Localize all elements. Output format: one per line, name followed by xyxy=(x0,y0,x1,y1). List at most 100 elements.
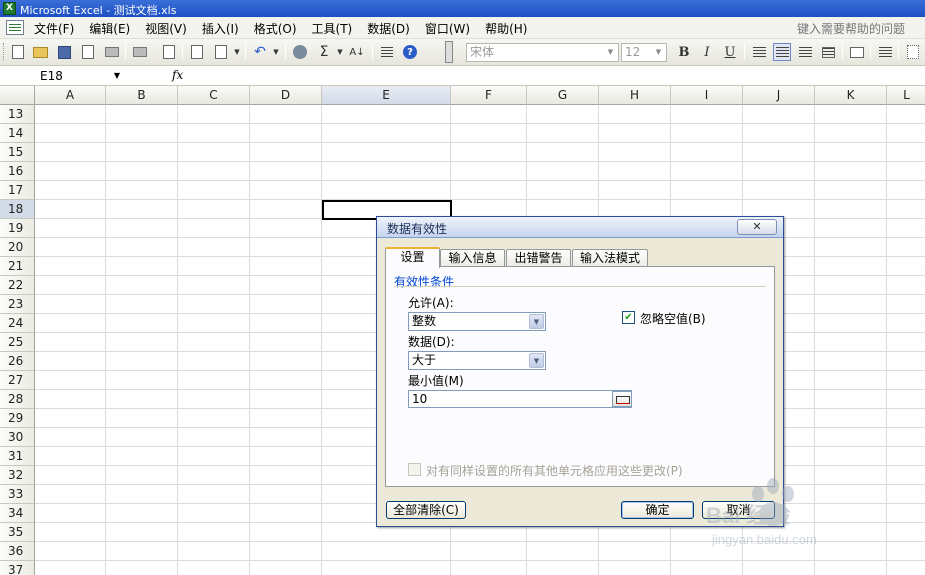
menu-help[interactable]: 帮助(H) xyxy=(485,20,527,37)
column-header-b[interactable]: B xyxy=(106,86,178,105)
column-header-j[interactable]: J xyxy=(743,86,815,105)
font-size-combo[interactable]: 12 ▼ xyxy=(621,43,667,62)
chart-wizard-icon[interactable] xyxy=(378,43,396,61)
undo-icon[interactable]: ↶ xyxy=(251,43,269,61)
undo-dropdown-icon[interactable]: ▼ xyxy=(272,43,280,61)
row-header-35[interactable]: 35 xyxy=(0,523,35,542)
column-header-a[interactable]: A xyxy=(35,86,106,105)
tab-error-alert[interactable]: 出错警告 xyxy=(506,249,571,267)
chevron-down-icon[interactable]: ▼ xyxy=(114,67,120,85)
underline-button[interactable]: U xyxy=(721,43,739,61)
row-header-20[interactable]: 20 xyxy=(0,238,35,257)
permission-icon[interactable] xyxy=(79,43,97,61)
row-header-25[interactable]: 25 xyxy=(0,333,35,352)
toolbar-grip[interactable] xyxy=(3,43,6,61)
chevron-down-icon[interactable]: ▼ xyxy=(529,314,544,329)
column-header-l[interactable]: L xyxy=(887,86,925,105)
indent-icon[interactable] xyxy=(876,43,894,61)
workbook-icon[interactable] xyxy=(6,20,24,35)
row-header-14[interactable]: 14 xyxy=(0,124,35,143)
collapse-dialog-icon[interactable] xyxy=(612,391,632,407)
apply-to-all-checkbox[interactable] xyxy=(408,463,421,476)
new-icon[interactable] xyxy=(9,43,27,61)
toolbar-grip[interactable] xyxy=(445,41,453,63)
column-header-i[interactable]: I xyxy=(671,86,743,105)
row-header-16[interactable]: 16 xyxy=(0,162,35,181)
column-header-f[interactable]: F xyxy=(451,86,527,105)
row-header-30[interactable]: 30 xyxy=(0,428,35,447)
tab-ime-mode[interactable]: 输入法模式 xyxy=(572,249,648,267)
row-header-37[interactable]: 37 xyxy=(0,561,35,575)
row-header-26[interactable]: 26 xyxy=(0,352,35,371)
ok-button[interactable]: 确定 xyxy=(621,501,694,519)
paste-icon[interactable] xyxy=(212,43,230,61)
row-header-34[interactable]: 34 xyxy=(0,504,35,523)
name-box[interactable]: E18 ▼ xyxy=(2,67,126,85)
chevron-down-icon[interactable]: ▼ xyxy=(529,353,544,368)
menu-view[interactable]: 视图(V) xyxy=(145,20,187,37)
help-search-input[interactable]: 键入需要帮助的问题 xyxy=(797,20,905,37)
row-header-31[interactable]: 31 xyxy=(0,447,35,466)
sort-ascending-icon[interactable]: A↓ xyxy=(348,43,366,61)
column-header-g[interactable]: G xyxy=(527,86,599,105)
row-header-36[interactable]: 36 xyxy=(0,542,35,561)
row-header-13[interactable]: 13 xyxy=(0,105,35,124)
tab-settings[interactable]: 设置 xyxy=(385,247,440,268)
menu-data[interactable]: 数据(D) xyxy=(367,20,410,37)
copy-icon[interactable] xyxy=(188,43,206,61)
italic-button[interactable]: I xyxy=(698,43,716,61)
insert-function-icon[interactable]: fx xyxy=(172,68,183,82)
data-operator-select[interactable]: 大于 ▼ xyxy=(408,351,546,370)
select-all-corner[interactable] xyxy=(0,86,35,105)
menu-window[interactable]: 窗口(W) xyxy=(425,20,470,37)
print-icon[interactable] xyxy=(103,43,121,61)
help-icon[interactable]: ? xyxy=(401,43,419,61)
row-header-24[interactable]: 24 xyxy=(0,314,35,333)
menu-file[interactable]: 文件(F) xyxy=(34,20,74,37)
row-header-28[interactable]: 28 xyxy=(0,390,35,409)
menu-insert[interactable]: 插入(I) xyxy=(202,20,239,37)
row-header-22[interactable]: 22 xyxy=(0,276,35,295)
align-left-icon[interactable] xyxy=(750,43,768,61)
column-header-d[interactable]: D xyxy=(250,86,322,105)
clear-all-button[interactable]: 全部清除(C) xyxy=(386,501,466,519)
menu-format[interactable]: 格式(O) xyxy=(254,20,297,37)
column-header-e[interactable]: E xyxy=(322,86,451,105)
borders-icon[interactable] xyxy=(904,43,922,61)
row-header-23[interactable]: 23 xyxy=(0,295,35,314)
autosum-dropdown-icon[interactable]: ▼ xyxy=(336,43,344,61)
column-header-k[interactable]: K xyxy=(815,86,887,105)
paste-dropdown-icon[interactable]: ▼ xyxy=(233,43,241,61)
row-header-32[interactable]: 32 xyxy=(0,466,35,485)
allow-select[interactable]: 整数 ▼ xyxy=(408,312,546,331)
research-icon[interactable] xyxy=(160,43,178,61)
chevron-down-icon[interactable]: ▼ xyxy=(604,45,617,60)
minimum-input[interactable]: 10 xyxy=(408,390,632,408)
hyperlink-icon[interactable] xyxy=(291,43,309,61)
save-icon[interactable] xyxy=(55,43,73,61)
row-header-15[interactable]: 15 xyxy=(0,143,35,162)
row-header-17[interactable]: 17 xyxy=(0,181,35,200)
chevron-down-icon[interactable]: ▼ xyxy=(652,45,665,60)
column-header-c[interactable]: C xyxy=(178,86,250,105)
ignore-blank-checkbox[interactable]: ✔ xyxy=(622,311,635,324)
currency-icon[interactable] xyxy=(848,43,866,61)
column-header-h[interactable]: H xyxy=(599,86,671,105)
close-icon[interactable]: ✕ xyxy=(737,219,777,235)
menu-edit[interactable]: 编辑(E) xyxy=(89,20,130,37)
row-header-21[interactable]: 21 xyxy=(0,257,35,276)
print-preview-icon[interactable] xyxy=(131,43,149,61)
font-name-combo[interactable]: 宋体 ▼ xyxy=(466,43,619,62)
align-right-icon[interactable] xyxy=(796,43,814,61)
align-center-icon[interactable] xyxy=(773,43,791,61)
tab-input-message[interactable]: 输入信息 xyxy=(440,249,505,267)
row-header-27[interactable]: 27 xyxy=(0,371,35,390)
row-header-18[interactable]: 18 xyxy=(0,200,35,219)
bold-button[interactable]: B xyxy=(675,43,693,61)
dialog-title-bar[interactable]: 数据有效性 ✕ xyxy=(377,217,783,238)
open-icon[interactable] xyxy=(31,43,49,61)
merge-center-icon[interactable] xyxy=(819,43,837,61)
row-header-19[interactable]: 19 xyxy=(0,219,35,238)
row-header-29[interactable]: 29 xyxy=(0,409,35,428)
autosum-icon[interactable]: Σ xyxy=(315,43,333,61)
